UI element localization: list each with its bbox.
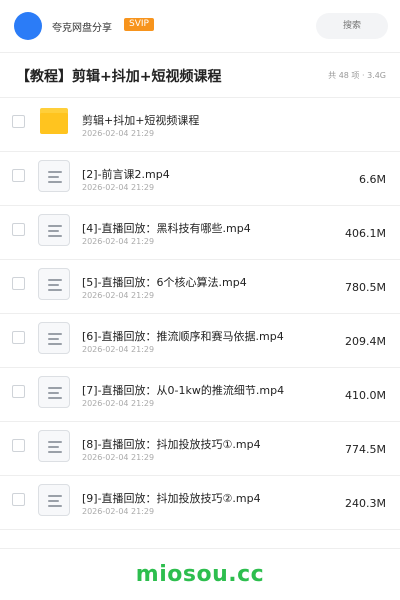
file-icon: [38, 214, 70, 246]
file-icon: [38, 484, 70, 516]
app-name: 夸克网盘分享: [52, 23, 112, 34]
top-header: 夸克网盘分享 SVIP: [0, 0, 400, 52]
svip-badge: SVIP: [124, 18, 154, 31]
file-date: 2026-02-04 21:29: [82, 345, 155, 354]
file-name: [7]-直播回放：从0-1kw的推流细节.mp4: [82, 384, 285, 397]
file-size: 209.4M: [345, 335, 386, 348]
file-size: 406.1M: [345, 227, 386, 240]
file-date: 2026-02-04 21:29: [82, 399, 155, 408]
file-icon: [38, 268, 70, 300]
file-date: 2026-02-04 21:29: [82, 291, 155, 300]
file-name: [6]-直播回放：推流顺序和赛马依据.mp4: [82, 330, 284, 343]
select-checkbox[interactable]: [12, 439, 25, 452]
select-checkbox[interactable]: [12, 169, 25, 182]
file-size: 6.6M: [359, 173, 386, 186]
file-name: [5]-直播回放：6个核心算法.mp4: [82, 276, 247, 289]
file-name: [4]-直播回放：黑科技有哪些.mp4: [82, 222, 251, 235]
folder-title-row: 【教程】剪辑+抖加+短视频课程 共 48 项 · 3.4G: [0, 53, 400, 97]
file-list: 剪辑+抖加+短视频课程 2026-02-04 21:29 [2]-前言课2.mp…: [0, 98, 400, 530]
file-icon: [38, 376, 70, 408]
file-icon: [38, 322, 70, 354]
select-checkbox[interactable]: [12, 115, 25, 128]
folder-meta: 共 48 项 · 3.4G: [328, 71, 386, 80]
file-name: [2]-前言课2.mp4: [82, 168, 170, 181]
file-name: 剪辑+抖加+短视频课程: [82, 114, 200, 127]
file-date: 2026-02-04 21:29: [82, 507, 155, 516]
file-size: 410.0M: [345, 389, 386, 402]
list-item[interactable]: [9]-直播回放：抖加投放技巧②.mp4 2026-02-04 21:29 24…: [0, 476, 400, 530]
footer-divider: [0, 548, 400, 549]
file-date: 2026-02-04 21:29: [82, 183, 155, 192]
file-date: 2026-02-04 21:29: [82, 129, 155, 138]
site-watermark: miosou.cc: [135, 562, 265, 587]
select-checkbox[interactable]: [12, 385, 25, 398]
avatar[interactable]: [14, 12, 42, 40]
list-item[interactable]: 剪辑+抖加+短视频课程 2026-02-04 21:29: [0, 98, 400, 152]
list-item[interactable]: [8]-直播回放：抖加投放技巧①.mp4 2026-02-04 21:29 77…: [0, 422, 400, 476]
file-date: 2026-02-04 21:29: [82, 237, 155, 246]
list-item[interactable]: [6]-直播回放：推流顺序和赛马依据.mp4 2026-02-04 21:29 …: [0, 314, 400, 368]
file-size: 240.3M: [345, 497, 386, 510]
select-checkbox[interactable]: [12, 331, 25, 344]
file-date: 2026-02-04 21:29: [82, 453, 155, 462]
list-item[interactable]: [5]-直播回放：6个核心算法.mp4 2026-02-04 21:29 780…: [0, 260, 400, 314]
list-item[interactable]: [7]-直播回放：从0-1kw的推流细节.mp4 2026-02-04 21:2…: [0, 368, 400, 422]
file-size: 774.5M: [345, 443, 386, 456]
select-checkbox[interactable]: [12, 223, 25, 236]
folder-icon: [40, 108, 68, 134]
page-title: 【教程】剪辑+抖加+短视频课程: [16, 69, 222, 85]
file-name: [9]-直播回放：抖加投放技巧②.mp4: [82, 492, 261, 505]
file-name: [8]-直播回放：抖加投放技巧①.mp4: [82, 438, 261, 451]
file-icon: [38, 160, 70, 192]
file-icon: [38, 430, 70, 462]
search-input[interactable]: [316, 13, 388, 39]
list-item[interactable]: [4]-直播回放：黑科技有哪些.mp4 2026-02-04 21:29 406…: [0, 206, 400, 260]
list-item[interactable]: [2]-前言课2.mp4 2026-02-04 21:29 6.6M: [0, 152, 400, 206]
file-size: 780.5M: [345, 281, 386, 294]
select-checkbox[interactable]: [12, 493, 25, 506]
select-checkbox[interactable]: [12, 277, 25, 290]
